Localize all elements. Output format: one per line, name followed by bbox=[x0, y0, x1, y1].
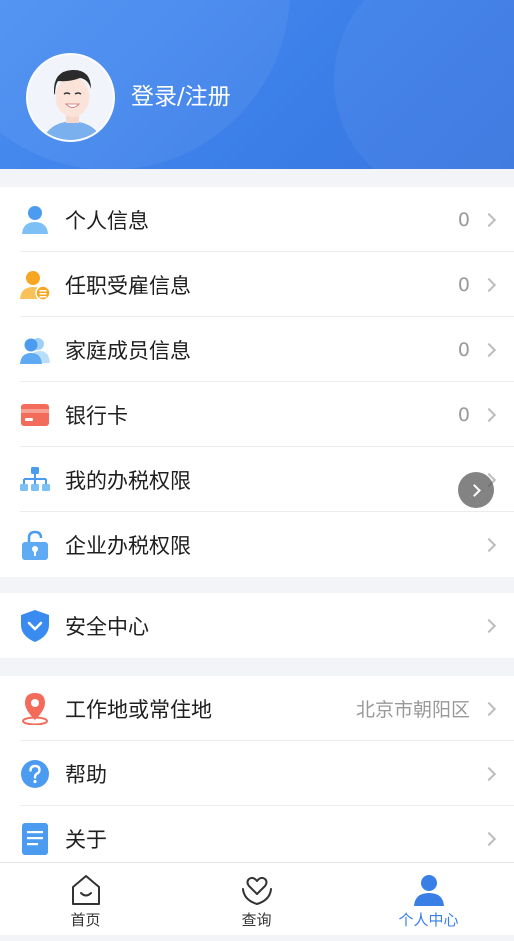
floating-assist-button[interactable] bbox=[458, 472, 494, 508]
menu-item-label: 关于 bbox=[65, 827, 107, 852]
menu-item-personal-info[interactable]: 个人信息 0 bbox=[0, 187, 514, 252]
tab-profile[interactable]: 个人中心 bbox=[343, 863, 514, 933]
person-icon bbox=[20, 205, 50, 235]
chevron-right-icon bbox=[481, 618, 497, 633]
menu-item-count: 0 bbox=[457, 338, 470, 361]
profile-header: 登录/注册 bbox=[0, 0, 514, 169]
header-decoration bbox=[334, 0, 514, 169]
menu-item-label: 家庭成员信息 bbox=[65, 338, 191, 363]
menu-item-work-location[interactable]: 工作地或常住地 北京市朝阳区 bbox=[0, 676, 514, 741]
menu-item-count: 0 bbox=[457, 273, 470, 296]
menu-item-help[interactable]: 帮助 bbox=[0, 741, 514, 806]
menu-item-employment-info[interactable]: 任职受雇信息 0 bbox=[0, 252, 514, 317]
org-chart-icon bbox=[20, 465, 50, 495]
bank-card-icon bbox=[20, 400, 50, 430]
menu-item-label: 个人信息 bbox=[65, 208, 149, 233]
family-icon bbox=[20, 335, 50, 365]
chevron-right-icon bbox=[481, 831, 497, 846]
home-icon bbox=[69, 873, 103, 907]
menu-item-label: 任职受雇信息 bbox=[65, 273, 191, 298]
heart-hands-icon bbox=[240, 873, 274, 907]
menu-item-bank-card[interactable]: 银行卡 0 bbox=[0, 382, 514, 447]
tab-home[interactable]: 首页 bbox=[0, 863, 171, 933]
chevron-right-icon bbox=[481, 701, 497, 716]
menu-item-my-tax-permissions[interactable]: 我的办税权限 bbox=[0, 447, 514, 512]
chevron-right-icon bbox=[467, 483, 481, 497]
menu-item-label: 银行卡 bbox=[65, 403, 128, 428]
chevron-right-icon bbox=[481, 277, 497, 292]
menu-item-value: 北京市朝阳区 bbox=[355, 699, 470, 721]
menu-item-count: 0 bbox=[457, 208, 470, 231]
profile-icon bbox=[412, 873, 446, 907]
menu-group-personal: 个人信息 0 任职受雇信息 0 家庭成员信息 0 银行卡 0 我的办税权限 企业… bbox=[0, 187, 514, 577]
menu-item-enterprise-tax-permissions[interactable]: 企业办税权限 bbox=[0, 512, 514, 577]
tab-label: 首页 bbox=[70, 911, 101, 929]
menu-item-family-info[interactable]: 家庭成员信息 0 bbox=[0, 317, 514, 382]
menu-group-security: 安全中心 bbox=[0, 593, 514, 658]
menu-group-general: 工作地或常住地 北京市朝阳区 帮助 关于 bbox=[0, 676, 514, 871]
bottom-safe-area bbox=[0, 935, 514, 941]
menu-item-label: 我的办税权限 bbox=[65, 468, 191, 493]
document-icon bbox=[20, 822, 50, 855]
menu-item-label: 工作地或常住地 bbox=[65, 697, 212, 722]
menu-item-label: 安全中心 bbox=[65, 614, 149, 639]
shield-icon bbox=[20, 609, 50, 642]
tab-query[interactable]: 查询 bbox=[171, 863, 342, 933]
chevron-right-icon bbox=[481, 766, 497, 781]
chevron-right-icon bbox=[481, 407, 497, 422]
lock-icon bbox=[20, 530, 50, 560]
menu-item-label: 帮助 bbox=[65, 762, 107, 787]
bottom-tab-bar: 首页 查询 个人中心 bbox=[0, 862, 514, 941]
location-pin-icon bbox=[20, 692, 50, 725]
login-register-link[interactable]: 登录/注册 bbox=[131, 81, 231, 113]
chevron-right-icon bbox=[481, 342, 497, 357]
avatar[interactable] bbox=[26, 53, 115, 142]
chevron-right-icon bbox=[481, 537, 497, 552]
help-icon bbox=[20, 759, 50, 789]
menu-item-label: 企业办税权限 bbox=[65, 533, 191, 558]
menu-item-security-center[interactable]: 安全中心 bbox=[0, 593, 514, 658]
avatar-illustration-icon bbox=[28, 55, 113, 140]
chevron-right-icon bbox=[481, 212, 497, 227]
menu-item-count: 0 bbox=[457, 403, 470, 426]
employment-icon bbox=[20, 270, 50, 300]
tab-label: 查询 bbox=[241, 911, 272, 929]
tab-label: 个人中心 bbox=[398, 911, 459, 929]
